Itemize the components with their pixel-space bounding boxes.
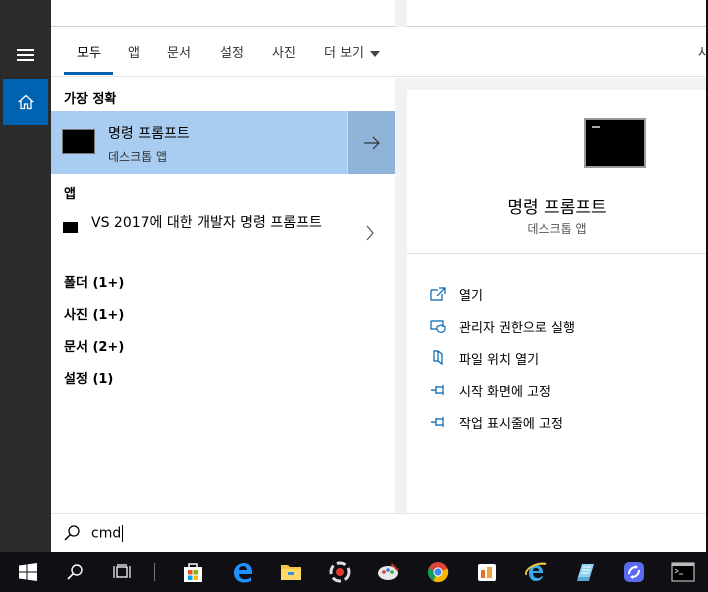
- pane-divider: [395, 78, 407, 513]
- tab-apps[interactable]: 앱: [128, 42, 140, 61]
- action-open-file-location-label: 파일 위치 열기: [459, 352, 540, 368]
- preview-divider: [407, 253, 708, 254]
- taskbar-app-4[interactable]: [610, 552, 658, 592]
- command-prompt-icon: [62, 129, 95, 154]
- tab-all[interactable]: 모두: [77, 42, 101, 61]
- file-location-icon: [429, 350, 447, 366]
- menu-button[interactable]: [3, 32, 48, 78]
- tab-settings[interactable]: 설정: [220, 42, 244, 61]
- category-folders[interactable]: 폴더 (1+): [64, 272, 124, 291]
- preview-pane: 명령 프롬프트 데스크톱 앱 열기 관리자 권한으로 실행 파일 위치 열기 시…: [407, 90, 708, 513]
- search-box[interactable]: cmd: [51, 513, 708, 553]
- tab-more[interactable]: 더 보기: [324, 42, 381, 61]
- results-list: 가장 정확 명령 프롬프트 데스크톱 앱 앱 VS 2017에 대한 개발자 명…: [51, 78, 395, 513]
- open-icon: [429, 286, 447, 302]
- taskbar-internet-explorer[interactable]: [512, 552, 560, 592]
- arrow-right-icon: [363, 136, 380, 149]
- hamburger-icon: [17, 49, 34, 61]
- search-icon: [67, 564, 83, 580]
- app-result-title: VS 2017에 대한 개발자 명령 프롬프트: [91, 215, 322, 231]
- home-button[interactable]: [3, 79, 48, 125]
- taskbar-command-prompt[interactable]: [659, 552, 707, 592]
- action-pin-to-taskbar[interactable]: 작업 표시줄에 고정: [429, 412, 563, 432]
- caret-down-icon: [370, 50, 381, 57]
- search-input-value: cmd: [91, 525, 122, 542]
- action-run-as-admin[interactable]: 관리자 권한으로 실행: [429, 316, 575, 336]
- shield-icon: [429, 318, 447, 334]
- internet-explorer-icon: [525, 562, 547, 581]
- action-pin-to-start-label: 시작 화면에 고정: [459, 384, 551, 400]
- top-strip-right: [407, 0, 707, 27]
- pin-icon: [429, 382, 447, 398]
- active-tab-indicator: [64, 72, 113, 75]
- preview-subtitle: 데스크톱 앱: [527, 222, 587, 236]
- file-explorer-icon: [281, 565, 301, 580]
- app-icon: [577, 564, 594, 581]
- pane-divider-top: [395, 0, 407, 27]
- app-icon: [329, 561, 351, 583]
- category-photos[interactable]: 사진 (1+): [64, 304, 124, 323]
- category-settings[interactable]: 설정 (1): [64, 368, 113, 387]
- start-button[interactable]: [4, 552, 52, 592]
- category-documents[interactable]: 문서 (2+): [64, 336, 124, 355]
- task-view-button[interactable]: [98, 552, 146, 592]
- tab-documents[interactable]: 문서: [167, 42, 191, 61]
- taskbar-chrome[interactable]: [414, 552, 462, 592]
- action-open-file-location[interactable]: 파일 위치 열기: [429, 348, 539, 368]
- taskbar-search-button[interactable]: [51, 552, 99, 592]
- edge-icon: [234, 563, 252, 583]
- action-pin-to-start[interactable]: 시작 화면에 고정: [429, 380, 551, 400]
- taskbar-edge[interactable]: [218, 552, 266, 592]
- preview-top-band: [395, 78, 708, 90]
- best-match-item[interactable]: 명령 프롬프트 데스크톱 앱: [51, 111, 347, 174]
- store-icon: [184, 563, 202, 582]
- taskbar-file-explorer[interactable]: [267, 552, 315, 592]
- action-run-as-admin-label: 관리자 권한으로 실행: [459, 320, 575, 336]
- top-strip: [51, 0, 708, 27]
- command-prompt-icon: [584, 118, 646, 168]
- taskbar: [0, 552, 708, 592]
- command-prompt-icon: [63, 222, 78, 233]
- left-rail: [0, 0, 51, 552]
- tab-more-label: 더 보기: [324, 46, 365, 61]
- best-match-expand-button[interactable]: [347, 111, 395, 174]
- app-icon: [624, 562, 644, 582]
- filter-tabs: 모두 앱 문서 설정 사진 더 보기 사: [51, 27, 708, 77]
- paint-icon: [378, 563, 399, 580]
- taskbar-paint[interactable]: [365, 552, 413, 592]
- best-match-title: 명령 프롬프트: [108, 126, 190, 142]
- search-input[interactable]: cmd: [91, 525, 124, 542]
- app-result-item[interactable]: VS 2017에 대한 개발자 명령 프롬프트: [51, 207, 395, 257]
- action-open-label: 열기: [459, 288, 483, 304]
- chrome-icon: [427, 562, 449, 583]
- task-view-icon: [113, 564, 131, 578]
- pin-icon: [429, 414, 447, 430]
- action-pin-to-taskbar-label: 작업 표시줄에 고정: [459, 416, 563, 432]
- command-prompt-icon: [671, 562, 695, 582]
- section-title-best-match: 가장 정확: [64, 92, 117, 107]
- action-open[interactable]: 열기: [429, 284, 483, 304]
- taskbar-app-2[interactable]: [463, 552, 511, 592]
- app-icon: [478, 564, 496, 581]
- taskbar-app-3[interactable]: [561, 552, 609, 592]
- text-cursor: [122, 525, 124, 542]
- preview-title: 명령 프롬프트: [507, 198, 607, 218]
- taskbar-store[interactable]: [169, 552, 217, 592]
- best-match-subtitle: 데스크톱 앱: [108, 150, 168, 164]
- tab-photos[interactable]: 사진: [272, 42, 296, 61]
- windows-start-icon: [19, 563, 37, 581]
- section-title-apps: 앱: [64, 187, 76, 202]
- search-icon: [64, 525, 80, 541]
- home-icon: [17, 94, 34, 110]
- top-strip-left: [51, 0, 395, 27]
- taskbar-app-1[interactable]: [316, 552, 364, 592]
- taskbar-separator: [154, 563, 155, 581]
